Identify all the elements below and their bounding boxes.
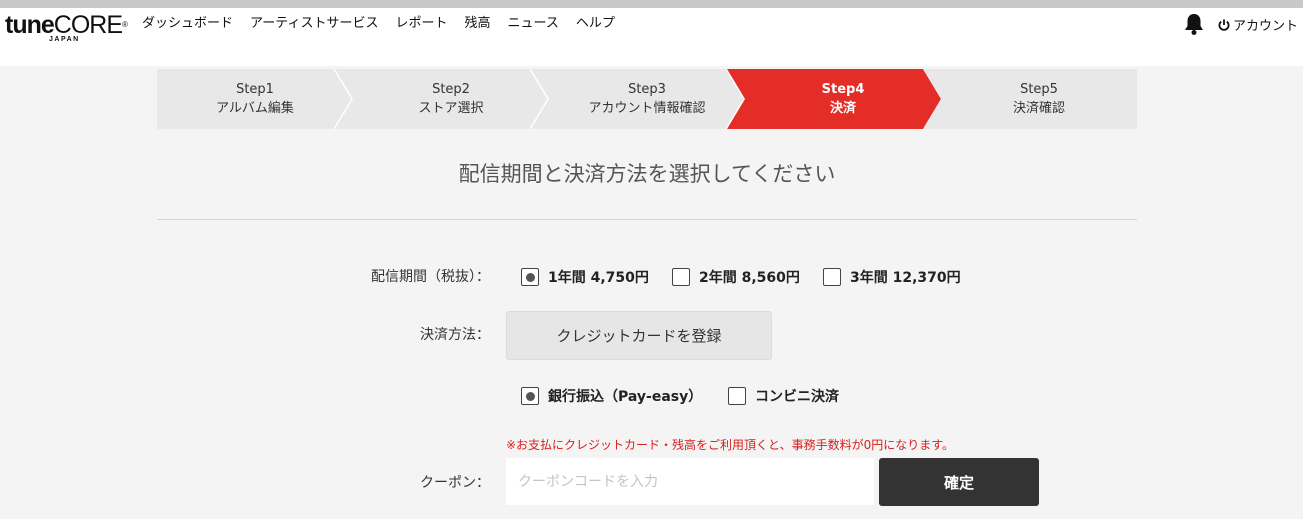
checkbox[interactable]	[521, 268, 539, 286]
confirm-coupon-button[interactable]: 確定	[879, 458, 1039, 506]
option-label: 銀行振込（Pay-easy）	[548, 389, 703, 405]
account-menu[interactable]: アカウント	[1218, 15, 1298, 34]
coupon-input[interactable]	[506, 458, 874, 505]
nav-item-news[interactable]: ニュース	[508, 16, 559, 32]
period-option-1yr[interactable]: 1年間 4,750円	[521, 267, 649, 287]
checked-dot	[525, 391, 535, 401]
option-label: 2年間 8,560円	[699, 270, 800, 286]
nav-item-help[interactable]: ヘルプ	[576, 16, 615, 32]
step-1: Step1 アルバム編集	[157, 69, 353, 129]
payment-option-convenience-store[interactable]: コンビニ決済	[728, 386, 839, 406]
bell-icon[interactable]	[1183, 12, 1205, 36]
option-label: コンビニ決済	[755, 389, 839, 405]
step-3: Step3 アカウント情報確認	[531, 69, 745, 129]
nav-item-artist-services[interactable]: アーティストサービス	[250, 16, 378, 32]
step-label: ストア選択	[418, 101, 484, 116]
step-label: 決済	[829, 101, 856, 116]
step-progress: Step1 アルバム編集 Step2 ストア選択 Step3 アカウント情報確認 St…	[157, 69, 1137, 129]
header: tuneCORE® JAPAN ダッシュボード アーティストサービス レポート …	[0, 8, 1303, 66]
step-number: Step2	[432, 82, 470, 97]
period-label: 配信期間（税抜）：	[371, 269, 490, 285]
step-number: Step5	[1020, 82, 1058, 97]
step-label: アルバム編集	[216, 101, 294, 116]
checkbox[interactable]	[823, 268, 841, 286]
page-title: 配信期間と決済方法を選択してください	[458, 162, 836, 186]
coupon-label: クーポン：	[420, 475, 490, 491]
period-option-3yr[interactable]: 3年間 12,370円	[823, 267, 961, 287]
step-5: Step5 決済確認	[923, 69, 1137, 129]
nav-item-balance[interactable]: 残高	[464, 16, 490, 32]
payment-label: 決済方法：	[420, 327, 490, 343]
step-number: Step1	[236, 82, 274, 97]
account-label: アカウント	[1233, 19, 1299, 34]
checkbox[interactable]	[521, 387, 539, 405]
checked-dot	[525, 272, 535, 282]
nav-item-dashboard[interactable]: ダッシュボード	[142, 16, 233, 32]
logo-wordmark: tuneCORE®	[5, 11, 128, 39]
step-2: Step2 ストア選択	[335, 69, 549, 129]
fee-note: ※お支払にクレジットカード・残高をご利用頂くと、事務手数料が0円になります。	[506, 438, 955, 452]
step-label: 決済確認	[1012, 101, 1065, 116]
register-credit-card-button[interactable]: クレジットカードを登録	[506, 311, 772, 360]
period-option-2yr[interactable]: 2年間 8,560円	[672, 267, 800, 287]
main-nav: ダッシュボード アーティストサービス レポート 残高 ニュース ヘルプ	[142, 16, 632, 32]
logo[interactable]: tuneCORE® JAPAN	[5, 11, 128, 46]
step-4: Step4 決済	[727, 69, 941, 129]
logo-subtitle: JAPAN	[49, 36, 80, 43]
step-number: Step4	[821, 82, 865, 97]
checkbox[interactable]	[672, 268, 690, 286]
checkbox[interactable]	[728, 387, 746, 405]
step-number: Step3	[628, 82, 666, 97]
option-label: 3年間 12,370円	[850, 270, 961, 286]
option-label: 1年間 4,750円	[548, 270, 649, 286]
divider	[157, 219, 1137, 220]
power-icon	[1218, 19, 1230, 31]
payment-option-bank-transfer[interactable]: 銀行振込（Pay-easy）	[521, 386, 702, 406]
nav-item-report[interactable]: レポート	[395, 16, 447, 32]
top-strip	[0, 0, 1303, 8]
step-label: アカウント情報確認	[588, 101, 706, 116]
